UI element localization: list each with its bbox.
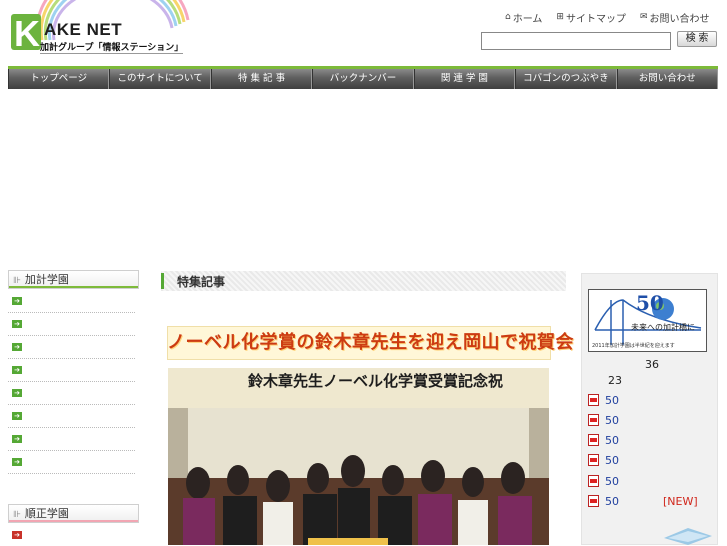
arrow-right-icon: ➔: [12, 297, 22, 305]
pdf-icon: [588, 454, 599, 466]
arrow-right-icon: ➔: [12, 320, 22, 328]
news-item[interactable]: 50: [588, 393, 619, 407]
arrow-right-icon: ➔: [12, 531, 22, 539]
sidebar-item[interactable]: ➔: [8, 359, 135, 382]
sidebar-item[interactable]: ➔: [8, 524, 135, 546]
nav-kobagon[interactable]: コバゴンのつぶやき: [515, 69, 617, 89]
arrow-right-icon: ➔: [12, 435, 22, 443]
nav-about[interactable]: このサイトについて: [109, 69, 211, 89]
search-button[interactable]: 検 索: [677, 31, 717, 47]
arrow-right-icon: ➔: [12, 389, 22, 397]
banner-subline: 2011年加計学園は半世紀を迎えます: [592, 343, 675, 349]
banner-number: 50: [636, 291, 664, 315]
top-link-contact[interactable]: ✉ お問い合わせ: [640, 9, 710, 25]
pdf-icon: [588, 475, 599, 487]
sidebar-item[interactable]: ➔: [8, 290, 135, 313]
sitemap-icon: ⊞: [556, 12, 564, 22]
top-link-sitemap[interactable]: ⊞ サイトマップ: [556, 9, 626, 25]
sidebar-item[interactable]: ➔: [8, 428, 135, 451]
pdf-icon: [588, 394, 599, 406]
home-icon: ⌂: [505, 12, 511, 22]
pdf-icon: [588, 434, 599, 446]
double-arrow-icon: ⊪: [13, 510, 21, 520]
news-item[interactable]: 50: [588, 474, 619, 488]
sidebar-item[interactable]: ➔: [8, 405, 135, 428]
mail-icon: ✉: [639, 12, 648, 22]
feature-headline[interactable]: ノーベル化学賞の鈴木章先生を迎え岡山で祝賀会: [167, 328, 574, 354]
pdf-icon: [588, 495, 599, 507]
sidebar-item[interactable]: ➔: [8, 382, 135, 405]
nav-features[interactable]: 特 集 記 事: [210, 69, 313, 89]
logo-text: AKE NET: [44, 20, 123, 39]
info-number-23: 23: [608, 374, 622, 387]
nav-backnumber[interactable]: バックナンバー: [312, 69, 414, 89]
banner-tagline: 未来への加計橋に: [631, 323, 695, 332]
sidebar-head-junsei[interactable]: ⊪ 順正学園: [8, 504, 139, 523]
nav-related-schools[interactable]: 関 連 学 園: [413, 69, 516, 89]
sidebar-item[interactable]: ➔: [8, 336, 135, 359]
main-nav: トップページ このサイトについて 特 集 記 事 バックナンバー 関 連 学 園…: [8, 66, 718, 89]
logo-subtitle: 加計グループ「情報ステーション」: [40, 40, 184, 54]
photo-banner-text: 鈴木章先生ノーベル化学賞受賞記念祝: [248, 372, 504, 390]
section-title: 特集記事: [177, 275, 226, 289]
new-badge: [NEW]: [663, 495, 698, 508]
sidebar-head-kake[interactable]: ⊪ 加計学園: [8, 270, 139, 289]
news-item[interactable]: 50: [588, 433, 619, 447]
svg-text:K: K: [14, 13, 40, 54]
pdf-icon: [588, 414, 599, 426]
top-links: ⌂ ホーム ⊞ サイトマップ ✉ お問い合わせ: [505, 9, 710, 25]
nav-contact[interactable]: お問い合わせ: [616, 69, 718, 89]
arrow-right-icon: ➔: [12, 458, 22, 466]
arrow-right-icon: ➔: [12, 343, 22, 351]
graduate-cap-icon: [664, 528, 712, 545]
sidebar-item[interactable]: ➔: [8, 451, 135, 474]
info-number-36: 36: [645, 358, 659, 371]
search-input[interactable]: [481, 32, 671, 50]
top-link-home[interactable]: ⌂ ホーム: [505, 9, 542, 25]
photo-illustration: [168, 368, 549, 545]
arrow-right-icon: ➔: [12, 412, 22, 420]
news-item[interactable]: 50: [588, 413, 619, 427]
nav-top[interactable]: トップページ: [8, 69, 110, 89]
double-arrow-icon: ⊪: [13, 276, 21, 286]
arrow-right-icon: ➔: [12, 366, 22, 374]
sidebar-item[interactable]: ➔: [8, 313, 135, 336]
feature-photo[interactable]: 鈴木章先生ノーベル化学賞受賞記念祝: [168, 368, 549, 545]
news-item[interactable]: 50: [588, 453, 619, 467]
news-item[interactable]: 50: [588, 494, 619, 508]
